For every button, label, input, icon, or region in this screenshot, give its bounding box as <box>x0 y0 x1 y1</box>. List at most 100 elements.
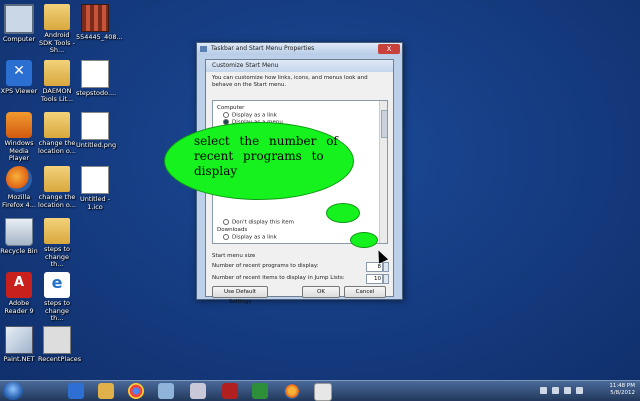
tray-volume-icon[interactable] <box>576 387 583 394</box>
desktop-icon-android-sdk[interactable]: Android SDK Tools - Sh... <box>38 4 76 55</box>
jumplist-stepper[interactable] <box>383 274 389 284</box>
ok-button[interactable]: OK <box>302 286 340 298</box>
close-button[interactable]: X <box>378 44 400 54</box>
film-icon <box>81 4 109 32</box>
desktop-icon-label: 554445_408... <box>76 33 123 41</box>
tray-arrow-icon[interactable] <box>540 387 547 394</box>
desktop-icon-steps-1[interactable]: steps to change th... <box>38 218 76 269</box>
desktop-icon-recycle-bin[interactable]: Recycle Bin <box>0 218 38 256</box>
folder-icon[interactable] <box>98 383 114 399</box>
desktop-icon-firefox[interactable]: Mozilla Firefox 4... <box>0 166 38 209</box>
ie-icon[interactable] <box>68 383 84 399</box>
start-button[interactable] <box>3 382 23 400</box>
scrollbar-thumb[interactable] <box>381 110 387 138</box>
highlight-dot-small <box>326 203 360 223</box>
desktop-icon-label: steps to change th... <box>43 299 71 322</box>
dialog-title: Customize Start Menu <box>206 60 393 72</box>
cancel-button[interactable]: Cancel <box>344 286 386 298</box>
adobe-reader-icon: A <box>6 272 32 298</box>
use-default-settings-button[interactable]: Use Default Settings <box>212 286 268 305</box>
computer-icon <box>4 4 34 34</box>
desktop-icon-untitled-png[interactable]: Untitled.png <box>76 112 117 150</box>
shortcut-icon <box>43 326 71 354</box>
tray-network-icon[interactable] <box>564 387 571 394</box>
downloads-header: Downloads <box>217 227 248 233</box>
jumplist-input[interactable]: 10 <box>366 274 383 284</box>
folder-icon <box>44 4 70 30</box>
taskbar: 11:48 PM 5/8/2012 <box>0 380 640 401</box>
list-scrollbar[interactable] <box>379 101 387 243</box>
size-section-label: Start menu size <box>212 253 256 259</box>
desktop-icon-label: change the location o... <box>38 139 76 155</box>
option-label: Don't display this item <box>232 219 294 226</box>
desktop-icon-xps-viewer[interactable]: ✕ XPS Viewer <box>0 60 38 96</box>
desktop-icon-label: Recycle Bin <box>0 247 38 255</box>
excel-icon[interactable] <box>252 383 268 399</box>
desktop-icon-label: Windows Media Player <box>4 139 34 162</box>
option-label: Display as a link <box>232 234 277 241</box>
desktop-icon-label: stepstodo.... <box>76 89 117 97</box>
desktop: Computer Android SDK Tools - Sh... 55444… <box>0 0 640 380</box>
desktop-icon-label: Paint.NET <box>3 355 35 363</box>
desktop-icon-label: Computer <box>2 35 36 43</box>
desktop-icon-label: XPS Viewer <box>0 87 38 95</box>
paint-icon[interactable] <box>158 383 174 399</box>
network-icon[interactable] <box>190 383 206 399</box>
list-item: Computer <box>217 105 244 112</box>
computer-header: Computer <box>217 105 245 111</box>
desktop-icon-label: steps to change th... <box>43 245 71 268</box>
app-icon <box>200 46 207 52</box>
file-icon <box>81 112 109 140</box>
radio-button[interactable] <box>223 219 229 225</box>
media-icon[interactable] <box>222 383 238 399</box>
desktop-icon-label: Mozilla Firefox 4... <box>2 193 36 209</box>
dialog-description: You can customize how links, icons, and … <box>212 75 368 88</box>
folder-icon <box>44 112 70 138</box>
desktop-icon-steps-2[interactable]: e steps to change th... <box>38 272 76 323</box>
folder-icon <box>44 60 70 86</box>
list-item: Downloads <box>217 227 247 234</box>
desktop-icon-label: DAEMON Tools Lit... <box>40 87 74 103</box>
desktop-icon-adobe-reader[interactable]: A Adobe Reader 9 <box>0 272 38 315</box>
chrome-icon[interactable] <box>128 383 144 399</box>
desktop-icon-media-player[interactable]: Windows Media Player <box>0 112 38 163</box>
list-item[interactable]: Don't display this item <box>223 219 294 227</box>
window-titlebar[interactable]: Taskbar and Start Menu Properties X <box>197 43 402 55</box>
desktop-icon-change-location-2[interactable]: change the location o... <box>38 166 76 209</box>
xps-viewer-icon: ✕ <box>6 60 32 86</box>
radio-button[interactable] <box>223 234 229 240</box>
firefox-icon[interactable] <box>284 383 300 399</box>
list-item[interactable]: Display as a link <box>223 234 277 242</box>
instruction-text: select the number of recent programs to … <box>194 134 338 178</box>
recent-programs-input[interactable]: 8 <box>366 262 383 272</box>
file-icon <box>81 60 109 88</box>
desktop-icon-label: Untitled - 1.ico <box>79 195 111 211</box>
desktop-icon-stepstodo[interactable]: stepstodo.... <box>76 60 117 98</box>
media-player-icon <box>6 112 32 138</box>
desktop-icon-label: change the location o... <box>38 193 76 209</box>
recent-programs-label: Number of recent programs to display: <box>212 263 319 269</box>
clock-time: 11:48 PM <box>609 383 635 389</box>
desktop-icon-label: RecentPlaces <box>38 355 82 363</box>
desktop-icon-paint-net[interactable]: Paint.NET <box>0 326 38 364</box>
window-title: Taskbar and Start Menu Properties <box>211 45 315 52</box>
recycle-bin-icon <box>5 218 33 246</box>
desktop-icon-daemon-tools[interactable]: DAEMON Tools Lit... <box>38 60 76 103</box>
recent-programs-stepper[interactable] <box>383 262 389 272</box>
desktop-icon-recentplaces[interactable]: RecentPlaces <box>38 326 82 364</box>
desktop-icon-change-location-1[interactable]: change the location o... <box>38 112 76 155</box>
clock[interactable]: 11:48 PM 5/8/2012 <box>609 383 635 397</box>
desktop-icon-computer[interactable]: Computer <box>0 4 38 44</box>
ie-icon: e <box>44 272 70 298</box>
desktop-icon-untitled-ico[interactable]: Untitled - 1.ico <box>76 166 114 211</box>
highlight-dot-spinner <box>350 232 378 248</box>
tray-flag-icon[interactable] <box>552 387 559 394</box>
desktop-icon-label: Untitled.png <box>76 141 117 149</box>
taskbar-properties-icon[interactable] <box>314 383 332 401</box>
desktop-icon-video[interactable]: 554445_408... <box>76 4 123 42</box>
clock-date: 5/8/2012 <box>610 390 635 396</box>
desktop-icon-label: Android SDK Tools - Sh... <box>39 31 75 54</box>
radio-button[interactable] <box>223 112 229 118</box>
option-label: Display as a link <box>232 112 277 119</box>
jumplist-label: Number of recent items to display in Jum… <box>212 275 345 281</box>
